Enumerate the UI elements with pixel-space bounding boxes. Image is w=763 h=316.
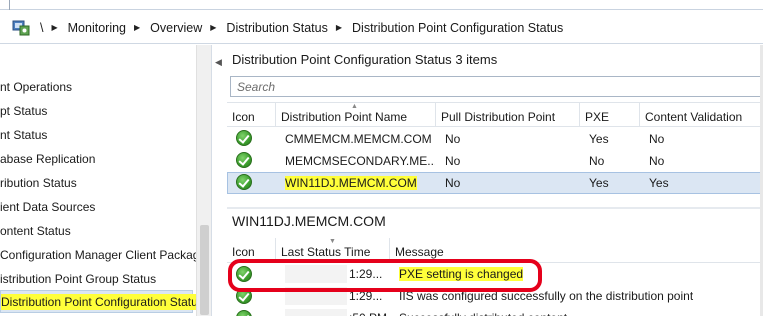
nav-item-distribution-status[interactable]: ribution Status bbox=[0, 172, 77, 194]
window-top-strip bbox=[0, 0, 763, 10]
breadcrumb: \ ▶ Monitoring ▶ Overview ▶ Distribution… bbox=[0, 11, 763, 44]
pull-dp-cell: No bbox=[445, 176, 461, 190]
column-header-icon[interactable]: Icon bbox=[227, 103, 276, 127]
pull-dp-cell: No bbox=[445, 154, 461, 168]
success-icon bbox=[236, 174, 252, 190]
dp-grid-header: Icon Distribution Point Name ▲ Pull Dist… bbox=[227, 102, 763, 127]
success-icon bbox=[236, 152, 252, 168]
nav-item-content-status[interactable]: ontent Status bbox=[0, 220, 71, 242]
nav-item-client-package[interactable]: Configuration Manager Client Package bbox=[0, 244, 206, 266]
breadcrumb-overview[interactable]: Overview bbox=[150, 20, 202, 35]
search-box[interactable] bbox=[230, 76, 762, 97]
pull-dp-cell: No bbox=[445, 132, 461, 146]
table-row[interactable]: MEMCMSECONDARY.ME... No No No bbox=[227, 150, 763, 172]
content-validation-cell: No bbox=[649, 154, 665, 168]
search-input[interactable] bbox=[231, 77, 761, 96]
dp-name-cell: MEMCMSECONDARY.ME... bbox=[285, 154, 435, 168]
redacted-date bbox=[285, 309, 347, 316]
message-cell: Successfully distributed content bbox=[399, 307, 567, 316]
breadcrumb-arrow-icon[interactable]: ▶ bbox=[51, 23, 57, 32]
table-row-selected[interactable]: WIN11DJ.MEMCM.COM No Yes Yes bbox=[227, 172, 763, 194]
nav-item-database-replication[interactable]: abase Replication bbox=[0, 148, 95, 170]
nav-item-dp-group-status[interactable]: istribution Point Group Status bbox=[0, 268, 156, 290]
annotation-red-outline bbox=[228, 259, 542, 292]
table-row[interactable]: CMMEMCM.MEMCM.COM No Yes No bbox=[227, 128, 763, 150]
nav-scrollbar-thumb[interactable] bbox=[200, 225, 209, 315]
dp-name-cell: CMMEMCM.MEMCM.COM bbox=[285, 132, 432, 146]
sort-ascending-icon: ▲ bbox=[351, 103, 358, 110]
detail-title: WIN11DJ.MEMCM.COM bbox=[232, 213, 386, 229]
breadcrumb-arrow-icon[interactable]: ▶ bbox=[336, 23, 342, 32]
sort-descending-icon: ▼ bbox=[329, 238, 336, 245]
breadcrumb-root[interactable]: \ bbox=[40, 20, 43, 35]
breadcrumb-monitoring[interactable]: Monitoring bbox=[68, 20, 126, 35]
success-icon bbox=[236, 130, 252, 146]
column-header-pxe[interactable]: PXE bbox=[580, 103, 640, 127]
nav-scrollbar[interactable] bbox=[196, 45, 211, 316]
pane-splitter[interactable] bbox=[227, 207, 763, 209]
column-header-content-validation[interactable]: Content Validation bbox=[640, 103, 763, 127]
pxe-cell: Yes bbox=[589, 176, 609, 190]
sccm-console-icon[interactable] bbox=[12, 18, 30, 36]
pane-title: Distribution Point Configuration Status … bbox=[232, 52, 498, 67]
breadcrumb-distribution-status[interactable]: Distribution Status bbox=[226, 20, 327, 35]
nav-item-client-operations[interactable]: nt Operations bbox=[0, 76, 72, 98]
breadcrumb-dp-configuration-status[interactable]: Distribution Point Configuration Status bbox=[352, 20, 563, 35]
pxe-cell: No bbox=[589, 154, 605, 168]
navigation-pane: nt Operations pt Status nt Status abase … bbox=[0, 45, 212, 316]
status-time-cell: :50 PM bbox=[349, 307, 387, 316]
pxe-cell: Yes bbox=[589, 132, 609, 146]
nav-item-deployment-status[interactable]: pt Status bbox=[0, 100, 47, 122]
breadcrumb-arrow-icon[interactable]: ▶ bbox=[134, 23, 140, 32]
breadcrumb-arrow-icon[interactable]: ▶ bbox=[210, 23, 216, 32]
success-icon bbox=[236, 310, 252, 316]
nav-item-client-data-sources[interactable]: ient Data Sources bbox=[0, 196, 95, 218]
content-validation-cell: No bbox=[649, 132, 665, 146]
nav-item-client-status[interactable]: nt Status bbox=[0, 124, 47, 146]
dp-name-cell: WIN11DJ.MEMCM.COM bbox=[285, 176, 417, 190]
content-validation-cell: Yes bbox=[649, 176, 669, 190]
nav-item-dp-configuration-status[interactable]: Distribution Point Configuration Status bbox=[0, 290, 204, 313]
table-row[interactable]: :50 PM Successfully distributed content bbox=[227, 307, 763, 316]
column-header-pull-dp[interactable]: Pull Distribution Point bbox=[436, 103, 580, 127]
collapse-nav-icon[interactable]: ◀ bbox=[215, 57, 222, 68]
